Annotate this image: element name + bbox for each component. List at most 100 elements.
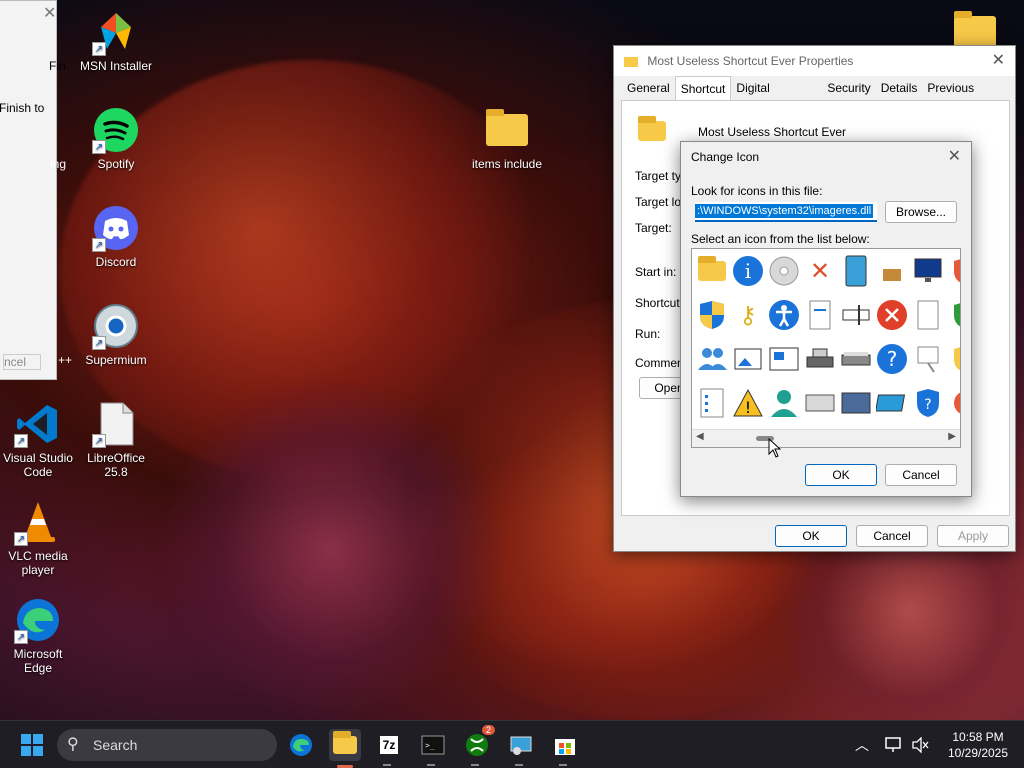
search-box[interactable]: ⚲ Search (57, 729, 277, 761)
scroll-left-icon[interactable]: ◀ (696, 431, 704, 442)
document-icon[interactable] (802, 297, 838, 333)
field-label: Target: (635, 221, 672, 235)
uac-shield-icon[interactable] (694, 297, 730, 333)
red-icon[interactable] (946, 385, 960, 421)
desktop-icon-label: VLC media player (8, 549, 68, 577)
tab-security[interactable]: Security (822, 76, 875, 100)
vlc-icon: ↗ (14, 498, 62, 546)
tab-shortcut[interactable]: Shortcut (674, 76, 732, 100)
red-x-icon[interactable]: ✕ (802, 253, 838, 289)
ok-button[interactable]: OK (805, 464, 877, 486)
libreoffice-icon: ↗ (92, 400, 140, 448)
help-icon[interactable]: ? (874, 341, 910, 377)
file-explorer-icon[interactable] (329, 729, 361, 761)
card-icon[interactable] (838, 385, 874, 421)
screen-icon[interactable] (874, 385, 910, 421)
wallpaper-ribbon (150, 380, 510, 720)
volume-muted-icon[interactable] (904, 729, 936, 761)
background-window[interactable]: ✕ Fin Finish to ncel (0, 0, 66, 380)
desktop-fragment: ing (50, 157, 67, 171)
tab-digital-signatures[interactable]: Digital Signatures (731, 76, 822, 119)
desktop-icon-spotify[interactable]: ↗ Spotify (76, 106, 156, 171)
desktop-icon-discord[interactable]: ↗ Discord (76, 204, 156, 269)
info-icon[interactable]: i (730, 253, 766, 289)
error-icon[interactable] (874, 297, 910, 333)
change-icon-titlebar[interactable]: Change Icon ✕ (681, 142, 971, 172)
cancel-button[interactable]: ncel (3, 354, 41, 370)
desktop-icon-items-include[interactable]: items include (467, 106, 547, 171)
horizontal-scrollbar[interactable]: ◀ ▶ (692, 429, 960, 447)
start-icon[interactable] (16, 729, 48, 761)
shield-icon[interactable] (946, 253, 960, 289)
close-icon[interactable]: ✕ (948, 142, 961, 172)
show-hidden-icons-icon[interactable]: ︿ (846, 729, 878, 761)
box-icon[interactable] (874, 253, 910, 289)
terminal-icon[interactable]: >_ (417, 729, 449, 761)
notification-badge: 2 (481, 725, 495, 735)
ok-button[interactable]: OK (775, 525, 847, 547)
window-fragment: Finish to (0, 101, 45, 115)
clock[interactable]: 10:58 PM 10/29/2025 (940, 729, 1016, 761)
tab-details[interactable]: Details (876, 76, 923, 100)
desktop-icon-label: items include (471, 157, 543, 171)
yellow-shield-icon[interactable] (946, 341, 960, 377)
key-icon[interactable]: ⚷ (730, 297, 766, 333)
properties-titlebar[interactable]: Most Useless Shortcut Ever Properties ✕ (614, 46, 1015, 76)
font-folder-icon[interactable] (694, 253, 730, 289)
file-path-input[interactable]: :\WINDOWS\system32\imageres.dll (695, 202, 877, 222)
change-icon-dialog[interactable]: Change Icon ✕ Look for icons in this fil… (680, 141, 972, 497)
shortcut-name: Most Useless Shortcut Ever (698, 125, 847, 139)
xbox-icon[interactable]: 2 (461, 725, 495, 761)
tablet-icon[interactable] (838, 253, 874, 289)
browse-button[interactable]: Browse... (885, 201, 957, 223)
blank-page-icon[interactable] (910, 297, 946, 333)
desktop-icon-label: Supermium (85, 353, 147, 367)
close-icon[interactable]: ✕ (992, 46, 1005, 76)
desktop-icon-supermium[interactable]: ↗ Supermium (76, 302, 156, 367)
users-icon[interactable] (694, 341, 730, 377)
desktop-fragment: ++ (58, 353, 73, 367)
cancel-button[interactable]: Cancel (885, 464, 957, 486)
store-icon[interactable] (549, 729, 581, 761)
desktop-icon-libreoffice[interactable]: ↗ LibreOffice 25.8 (76, 400, 156, 479)
desktop-icon-edge[interactable]: ↗ Microsoft Edge (0, 596, 78, 675)
scanner-icon[interactable] (838, 341, 874, 377)
desktop-icon-msn-installer[interactable]: ↗ MSN Installer (76, 8, 156, 73)
apply-button[interactable]: Apply (937, 525, 1009, 547)
text-cursor-icon[interactable] (838, 297, 874, 333)
photo-frame-icon[interactable] (766, 341, 802, 377)
green-shield-icon[interactable] (946, 297, 960, 333)
monitor-icon[interactable] (910, 253, 946, 289)
shortcut-arrow-icon: ↗ (14, 630, 28, 644)
desktop-icon-vlc[interactable]: ↗ VLC media player (0, 498, 78, 577)
desktop-icon-label: Discord (95, 255, 137, 269)
change-icon-title: Change Icon (691, 150, 760, 164)
tab-previous-versions[interactable]: Previous Versions (922, 76, 1015, 119)
cd-icon[interactable] (766, 253, 802, 289)
edge-icon[interactable] (285, 729, 317, 761)
tab-general[interactable]: General (622, 76, 675, 100)
desktop-icon-label: Microsoft Edge (13, 647, 63, 675)
search-icon: ⚲ (67, 736, 79, 753)
window-fragment: Fin (49, 59, 66, 73)
taskbar: ⚲ Search 7z >_ 2 ︿ 10:58 PM 10/29/2025 (0, 720, 1024, 768)
7zip-icon[interactable]: 7z (373, 729, 405, 761)
checklist-icon[interactable] (694, 385, 730, 421)
edge-icon: ↗ (14, 596, 62, 644)
desktop-icon-vscode[interactable]: ↗ Visual Studio Code (0, 400, 78, 479)
presentation-icon[interactable] (910, 341, 946, 377)
scroll-right-icon[interactable]: ▶ (948, 431, 956, 442)
network-app-icon[interactable] (505, 729, 537, 761)
device-icon[interactable] (802, 385, 838, 421)
shield-help-icon[interactable]: ? (910, 385, 946, 421)
close-icon[interactable]: ✕ (43, 3, 56, 23)
user-icon[interactable] (766, 385, 802, 421)
running-app-indicator (515, 764, 523, 766)
cancel-button[interactable]: Cancel (856, 525, 928, 547)
printer-icon[interactable] (802, 341, 838, 377)
icon-list[interactable]: i ✕ ⚷ ? ! ? ◀ ▶ (691, 248, 961, 448)
warning-icon[interactable]: ! (730, 385, 766, 421)
accessibility-icon[interactable] (766, 297, 802, 333)
picture-icon[interactable] (730, 341, 766, 377)
shortcut-arrow-icon: ↗ (92, 238, 106, 252)
